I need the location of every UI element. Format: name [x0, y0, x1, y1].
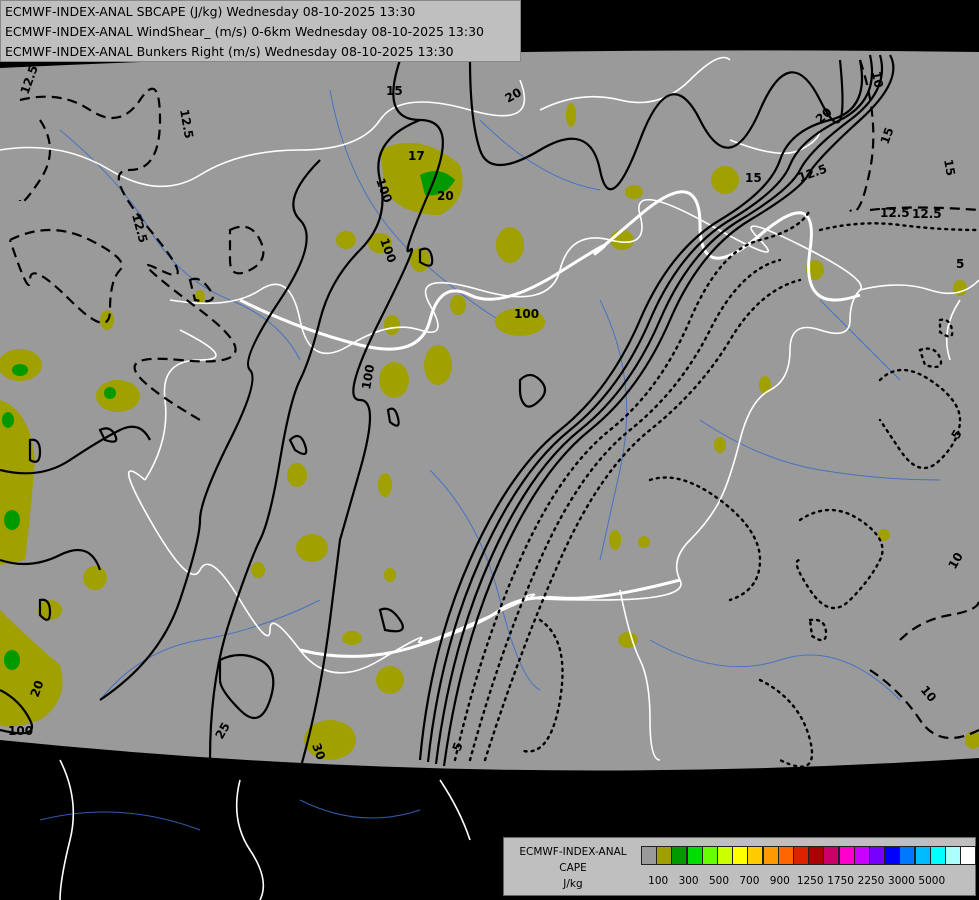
contour-label: 17	[408, 149, 425, 163]
header-line-bunkers: ECMWF-INDEX-ANAL Bunkers Right (m/s) Wed…	[5, 44, 454, 59]
legend-tick-label: 100	[648, 875, 669, 887]
legend-swatch	[717, 846, 733, 865]
legend-tick-label: 1250	[796, 875, 824, 887]
legend-swatch	[884, 846, 901, 865]
contour-label: 12.5	[880, 206, 910, 220]
cape-legend: ECMWF-INDEX-ANAL CAPE J/kg 100 300 500 700 9…	[503, 837, 977, 896]
legend-swatch	[823, 846, 840, 865]
legend-title-variable: CAPE	[559, 862, 587, 874]
contour-label: 100	[514, 307, 539, 321]
map-header: ECMWF-INDEX-ANAL SBCAPE (J/kg) Wednesday…	[0, 0, 521, 62]
legend-title-unit: J/kg	[563, 878, 583, 890]
contour-label: 10	[869, 70, 886, 89]
legend-swatch	[838, 846, 855, 865]
legend-tick-label: 3000	[888, 875, 915, 887]
legend-swatch	[914, 846, 931, 865]
legend-swatch	[945, 846, 961, 865]
legend-tick-label: 500	[708, 875, 730, 887]
header-line-windshear: ECMWF-INDEX-ANAL WindShear_ (m/s) 0-6km …	[5, 24, 484, 39]
legend-tick-label: 5000	[918, 875, 946, 887]
contour-label: 5	[956, 257, 964, 271]
legend-swatch	[747, 846, 764, 865]
legend-swatch	[899, 846, 916, 865]
legend-swatch	[656, 846, 673, 865]
legend-swatch	[701, 846, 718, 865]
legend-title-source: ECMWF-INDEX-ANAL	[519, 846, 627, 858]
legend-swatch	[762, 846, 779, 865]
contour-label: 15	[745, 171, 762, 185]
legend-swatch	[869, 846, 885, 865]
map-canvas: 12.5 12.5 12.5 12.5 15 15 17 20 20 20 10…	[0, 0, 979, 900]
legend-swatch	[686, 846, 703, 865]
data-domain	[0, 50, 979, 771]
legend-swatch	[960, 846, 977, 865]
legend-swatch	[777, 846, 794, 865]
contour-label: 12.5	[912, 207, 942, 221]
contour-label: 20	[437, 189, 454, 203]
legend-tick-label: 1750	[827, 875, 854, 887]
contour-label: 15	[941, 158, 958, 177]
header-line-cape: ECMWF-INDEX-ANAL SBCAPE (J/kg) Wednesday…	[5, 4, 416, 19]
legend-swatch	[732, 846, 749, 865]
legend-tick-label: 300	[678, 875, 699, 887]
legend-swatch	[671, 846, 688, 865]
legend-tick-label: 2250	[857, 875, 885, 887]
legend-tick-label: 900	[769, 875, 790, 887]
legend-tick-label: 700	[739, 875, 760, 887]
legend-swatch	[853, 846, 870, 865]
legend-swatch	[808, 846, 825, 865]
contour-label: 15	[386, 84, 403, 98]
legend-swatch	[929, 846, 946, 865]
contour-label: 100	[8, 724, 33, 738]
legend-swatch	[641, 846, 657, 865]
legend-swatch	[793, 846, 809, 865]
